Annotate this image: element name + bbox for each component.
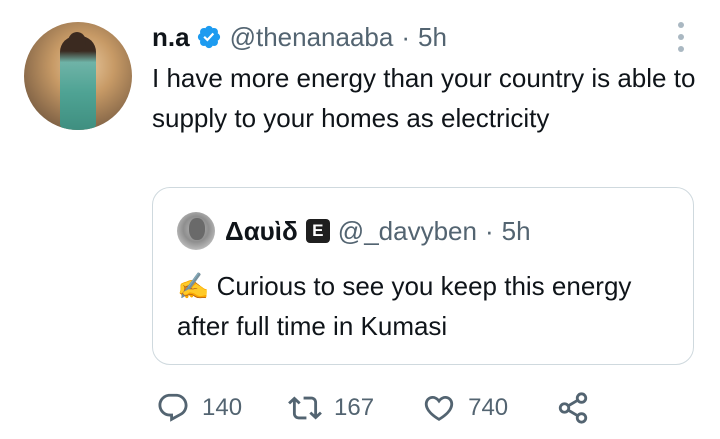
retweet-count: 167 [334, 394, 375, 421]
quoted-tweet-header: Δαυὶδ E @_davyben · 5h [177, 212, 531, 250]
like-count: 740 [468, 394, 509, 421]
quoted-tweet-text: ✍️ Curious to see you keep this energy a… [177, 266, 677, 346]
retweet-button[interactable]: 167 [288, 391, 374, 425]
tweet-time[interactable]: 5h [418, 22, 447, 53]
reply-count: 140 [202, 394, 243, 421]
quoted-tweet[interactable]: Δαυὶδ E @_davyben · 5h ✍️ Curious to see… [152, 187, 694, 365]
quoted-author-badge-icon: E [305, 219, 330, 243]
reply-button[interactable]: 140 [156, 391, 242, 425]
quoted-author-handle[interactable]: @_davyben [338, 216, 477, 247]
header-separator: · [401, 21, 411, 52]
more-dot [678, 22, 684, 28]
tweet-actions: 140 167 740 [156, 390, 602, 426]
quoted-author-avatar[interactable] [177, 212, 215, 250]
share-icon [558, 392, 588, 424]
heart-icon [424, 395, 454, 421]
author-avatar[interactable] [24, 22, 132, 130]
more-options-icon[interactable] [676, 22, 686, 52]
quoted-author-name[interactable]: Δαυὶδ [225, 216, 298, 247]
verified-badge-icon [197, 25, 220, 49]
retweet-icon [288, 396, 322, 420]
share-button[interactable] [556, 391, 602, 425]
avatar-head [68, 32, 86, 52]
more-dot [678, 34, 684, 40]
more-dot [678, 46, 684, 52]
like-button[interactable]: 740 [422, 391, 508, 425]
writing-hand-emoji: ✍️ [177, 271, 210, 301]
reply-icon [158, 393, 188, 422]
tweet-header: n.a @thenanaaba · 5h [152, 20, 447, 54]
tweet-text: I have more energy than your country is … [152, 63, 696, 133]
author-name[interactable]: n.a [152, 22, 190, 53]
author-handle[interactable]: @thenanaaba [230, 22, 394, 53]
quoted-tweet-body: Curious to see you keep this energy afte… [177, 271, 632, 341]
quoted-tweet-time[interactable]: 5h [502, 216, 531, 247]
quoted-header-separator: · [484, 215, 494, 246]
